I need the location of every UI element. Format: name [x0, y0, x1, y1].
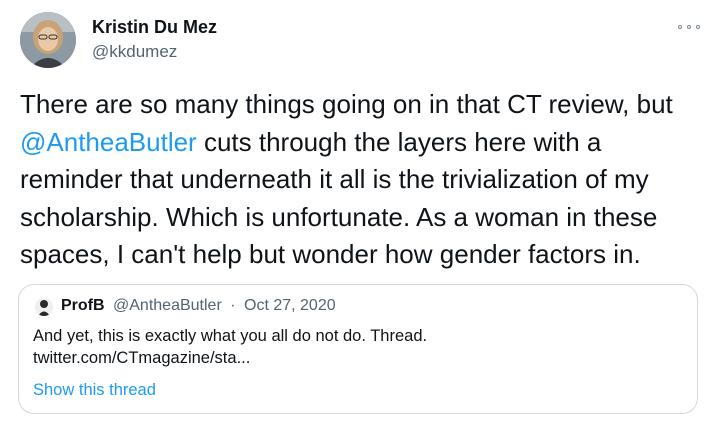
show-thread-link[interactable]: Show this thread — [33, 381, 156, 400]
quoted-author-name: ProfB — [61, 297, 105, 314]
author-handle[interactable]: @kkdumez — [92, 42, 177, 62]
author-name[interactable]: Kristin Du Mez — [92, 17, 217, 38]
quoted-author-handle: @AntheaButler — [113, 297, 222, 314]
tweet-text: There are so many things going on in tha… — [20, 86, 710, 274]
author-avatar[interactable] — [20, 12, 76, 68]
quoted-author-avatar — [35, 298, 53, 316]
quoted-separator: · — [230, 297, 236, 314]
more-options-icon[interactable] — [678, 20, 700, 34]
mention-link[interactable]: @AntheaButler — [20, 127, 197, 157]
quoted-link[interactable]: twitter.com/CTmagazine/sta... — [33, 347, 683, 369]
tweet-text-part: There are so many things going on in tha… — [20, 89, 673, 119]
quoted-tweet[interactable]: ProfB @AntheaButler · Oct 27, 2020 And y… — [18, 284, 698, 414]
quoted-header: ProfB @AntheaButler · Oct 27, 2020 — [61, 297, 336, 315]
quoted-text-line: And yet, this is exactly what you all do… — [33, 327, 428, 345]
tweet-card: Kristin Du Mez @kkdumez There are so man… — [0, 0, 718, 432]
quoted-date: Oct 27, 2020 — [244, 297, 336, 314]
quoted-text: And yet, this is exactly what you all do… — [33, 325, 683, 369]
